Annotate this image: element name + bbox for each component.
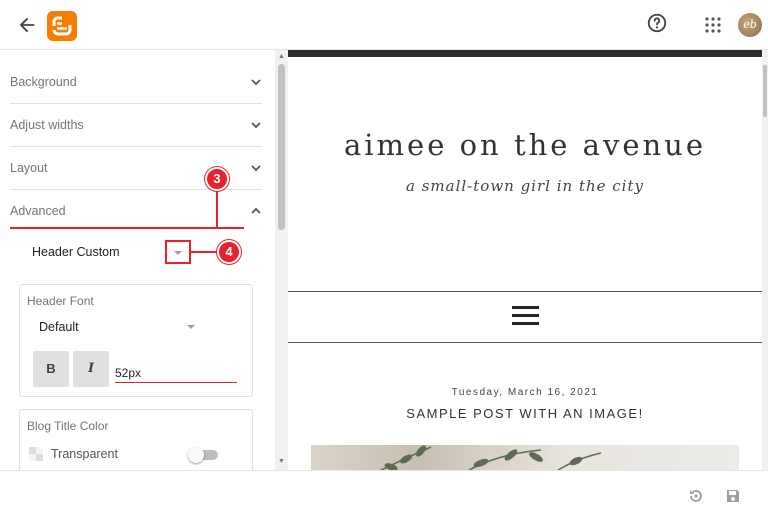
section-background[interactable]: Background (10, 61, 262, 104)
nav-divider-bottom (288, 342, 762, 343)
avatar[interactable]: eb (738, 13, 762, 37)
post-date: Tuesday, March 16, 2021 (451, 387, 599, 398)
preview-top-bar (288, 50, 762, 57)
header-custom-dropdown[interactable] (165, 240, 191, 264)
header-font-card: Header Font Default B I (19, 284, 253, 397)
chevron-up-icon (251, 207, 261, 214)
transparent-label: Transparent (51, 447, 118, 461)
blogger-logo-icon[interactable] (47, 11, 77, 41)
chevron-down-icon (251, 79, 261, 86)
transparent-pattern-icon (29, 447, 43, 461)
blog-title-color-card: Blog Title Color Transparent (19, 409, 253, 479)
annotation-4-connector (191, 251, 219, 253)
preview-scrollbar[interactable] (762, 50, 768, 470)
help-icon[interactable] (646, 12, 668, 34)
post-image[interactable] (311, 445, 739, 470)
font-family-select[interactable]: Default (39, 320, 79, 334)
section-adjust-widths[interactable]: Adjust widths (10, 104, 262, 147)
chevron-down-icon (251, 165, 261, 172)
dropdown-caret-icon[interactable] (187, 325, 195, 329)
italic-button[interactable]: I (73, 351, 109, 387)
revert-icon[interactable] (688, 488, 704, 504)
top-app-bar: eb (0, 0, 768, 50)
blog-preview: aimee on the avenue a small-town girl in… (288, 50, 762, 470)
settings-scrollbar[interactable]: ▲ ▼ (275, 50, 288, 470)
blog-title: aimee on the avenue (343, 128, 707, 162)
header-custom-label: Header Custom (32, 245, 120, 259)
toggle-knob (188, 447, 204, 463)
chevron-down-icon (251, 122, 261, 129)
blog-tagline: a small-town girl in the city (406, 177, 644, 195)
annotation-badge-3: 3 (205, 167, 229, 191)
section-layout-label: Layout (10, 161, 48, 175)
annotation-badge-4: 4 (217, 240, 241, 264)
scrollbar-thumb[interactable] (278, 64, 285, 230)
section-background-label: Background (10, 75, 77, 89)
post-title[interactable]: SAMPLE POST WITH AN IMAGE! (288, 406, 762, 421)
annotation-3-connector (216, 190, 218, 228)
advanced-highlight-line (10, 227, 244, 229)
scrollbar-thumb[interactable] (763, 65, 767, 117)
scroll-up-icon[interactable]: ▲ (278, 53, 285, 60)
header-font-title: Header Font (27, 294, 94, 308)
transparent-toggle[interactable] (188, 447, 218, 463)
scroll-down-icon[interactable]: ▼ (278, 458, 285, 465)
section-adjust-widths-label: Adjust widths (10, 118, 84, 132)
bold-button[interactable]: B (33, 351, 69, 387)
apps-grid-icon[interactable] (704, 16, 722, 34)
nav-divider-top (288, 291, 762, 292)
bottom-action-bar (0, 470, 768, 515)
font-size-input[interactable] (115, 363, 237, 383)
blog-title-color-title: Blog Title Color (27, 419, 109, 433)
back-arrow-icon[interactable] (16, 14, 38, 36)
save-icon[interactable] (725, 488, 741, 504)
dropdown-caret-icon (174, 251, 182, 255)
hamburger-menu-icon[interactable] (512, 306, 539, 326)
